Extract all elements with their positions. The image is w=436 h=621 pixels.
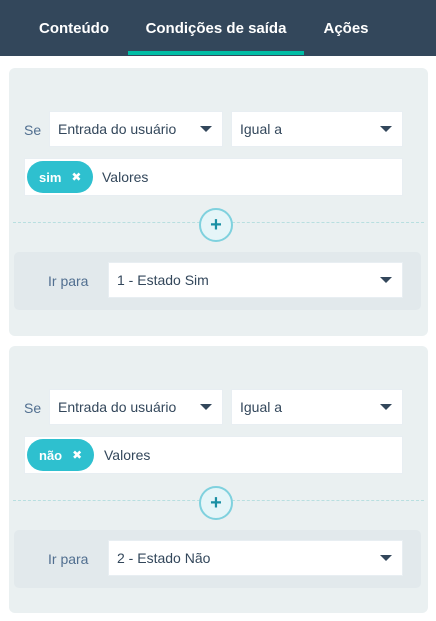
value-tag: não ✖ xyxy=(27,439,95,471)
add-condition-button[interactable]: + xyxy=(199,486,233,520)
values-input[interactable]: não ✖ Valores xyxy=(24,436,403,474)
tab-condicoes-de-saida[interactable]: Condições de saída xyxy=(128,0,304,56)
tab-conteudo[interactable]: Conteúdo xyxy=(20,0,128,56)
tab-bar: Conteúdo Condições de saída Ações xyxy=(0,0,436,56)
goto-row: Ir para 1 - Estado Sim xyxy=(14,252,421,310)
goto-state-value: 1 - Estado Sim xyxy=(117,272,209,288)
value-tag-label: não xyxy=(39,447,63,463)
chevron-down-icon xyxy=(380,126,392,132)
active-tab-indicator xyxy=(128,51,304,55)
exit-condition-card: Se Entrada do usuário Igual a sim ✖ Valo… xyxy=(9,68,428,336)
values-placeholder: Valores xyxy=(102,169,149,185)
value-tag-label: sim xyxy=(39,169,62,185)
goto-state-select[interactable]: 1 - Estado Sim xyxy=(108,262,403,298)
operator-select-value: Igual a xyxy=(240,121,283,137)
field-select[interactable]: Entrada do usuário xyxy=(49,111,223,147)
remove-tag-icon[interactable]: ✖ xyxy=(72,448,82,462)
values-input[interactable]: sim ✖ Valores xyxy=(24,158,403,196)
goto-state-select[interactable]: 2 - Estado Não xyxy=(108,540,403,576)
goto-label: Ir para xyxy=(48,551,89,567)
field-select[interactable]: Entrada do usuário xyxy=(49,389,223,425)
goto-label: Ir para xyxy=(48,273,89,289)
field-select-value: Entrada do usuário xyxy=(58,399,177,415)
operator-select[interactable]: Igual a xyxy=(231,389,403,425)
field-select-value: Entrada do usuário xyxy=(58,121,177,137)
add-condition-button[interactable]: + xyxy=(199,208,233,242)
chevron-down-icon xyxy=(200,126,212,132)
plus-icon: + xyxy=(210,491,222,514)
plus-icon: + xyxy=(210,213,222,236)
goto-state-value: 2 - Estado Não xyxy=(117,550,211,566)
chevron-down-icon xyxy=(200,404,212,410)
chevron-down-icon xyxy=(380,277,392,283)
goto-row: Ir para 2 - Estado Não xyxy=(14,530,421,588)
condition-label: Se xyxy=(24,122,42,138)
values-placeholder: Valores xyxy=(104,447,151,463)
condition-label: Se xyxy=(24,400,42,416)
chevron-down-icon xyxy=(380,555,392,561)
chevron-down-icon xyxy=(380,404,392,410)
operator-select-value: Igual a xyxy=(240,399,283,415)
remove-tag-icon[interactable]: ✖ xyxy=(71,170,81,184)
value-tag: sim ✖ xyxy=(27,161,94,193)
operator-select[interactable]: Igual a xyxy=(231,111,403,147)
exit-condition-card: Se Entrada do usuário Igual a não ✖ Valo… xyxy=(9,346,428,613)
tab-acoes[interactable]: Ações xyxy=(304,0,388,56)
